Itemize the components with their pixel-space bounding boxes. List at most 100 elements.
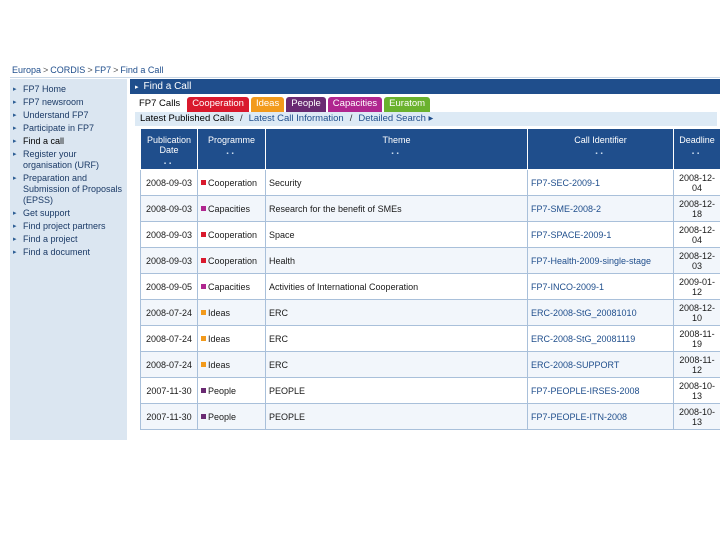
latest-published-calls-link[interactable]: Latest Published Calls (140, 113, 234, 124)
breadcrumb-link[interactable]: FP7 (95, 65, 112, 75)
call-identifier-link[interactable]: FP7-PEOPLE-IRSES-2008 (527, 377, 674, 404)
breadcrumb-link[interactable]: Europa (12, 65, 41, 75)
sidebar-item-register[interactable]: ▸ Register your organisation (URF) (10, 148, 127, 172)
cell-theme: ERC (265, 351, 528, 378)
cell-publication-date: 2008-07-24 (140, 351, 198, 378)
arrow-right-icon: ▸ (13, 125, 17, 132)
cell-publication-date: 2008-07-24 (140, 299, 198, 326)
sort-icon[interactable]: ▪▪ (674, 149, 720, 159)
column-header-label: Deadline (679, 135, 715, 145)
sidebar-item-participate[interactable]: ▸ Participate in FP7 (10, 122, 127, 135)
column-header-deadline[interactable]: Deadline ▪▪ (673, 128, 720, 170)
cell-programme: Ideas (197, 299, 266, 326)
programme-label: Capacities (208, 281, 251, 292)
tab-people[interactable]: People (286, 97, 326, 112)
sort-icon[interactable]: ▪▪ (528, 149, 673, 159)
column-header-label: Programme (207, 135, 255, 145)
cell-programme: Ideas (197, 325, 266, 352)
arrow-right-icon: ▸ (13, 86, 17, 93)
arrow-right-icon: ▸ (13, 138, 17, 145)
call-identifier-link[interactable]: FP7-Health-2009-single-stage (527, 247, 674, 274)
sidebar-item-label: Find a project (23, 234, 78, 244)
column-header-label: Call Identifier (574, 135, 627, 145)
tab-cooperation[interactable]: Cooperation (187, 97, 249, 112)
column-header-call-identifier[interactable]: Call Identifier ▪▪ (527, 128, 674, 170)
call-identifier-link[interactable]: ERC-2008-StG_20081119 (527, 325, 674, 352)
table-row: 2007-11-30 People PEOPLE FP7-PEOPLE-IRSES-2… (140, 377, 720, 404)
cell-deadline: 2008-10-13 (673, 403, 720, 430)
section-header: ▸ Find a Call (130, 79, 720, 94)
sidebar-item-label: Find a document (23, 247, 91, 257)
sidebar-item-label: Register your organisation (URF) (23, 149, 100, 170)
column-header-programme[interactable]: Programme ▪▪ (197, 128, 266, 170)
cell-deadline: 2008-12-18 (673, 195, 720, 222)
call-identifier-link[interactable]: FP7-PEOPLE-ITN-2008 (527, 403, 674, 430)
cell-programme: Cooperation (197, 247, 266, 274)
cell-programme: Capacities (197, 195, 266, 222)
sidebar-item-understand[interactable]: ▸ Understand FP7 (10, 109, 127, 122)
tab-capacities[interactable]: Capacities (327, 97, 383, 112)
sidebar-item-fp7-home[interactable]: ▸ FP7 Home (10, 83, 127, 96)
arrow-right-icon: ▸ (13, 223, 17, 230)
sidebar-item-find-document[interactable]: ▸ Find a document (10, 246, 127, 259)
column-header-publication-date[interactable]: Publication Date ▪▪ (140, 128, 198, 170)
call-identifier-link[interactable]: FP7-INCO-2009-1 (527, 273, 674, 300)
breadcrumb-current: Find a Call (120, 65, 164, 75)
calls-table: Publication Date ▪▪ Programme ▪▪ Theme ▪▪ C… (140, 128, 720, 430)
breadcrumb-link[interactable]: CORDIS (50, 65, 85, 75)
cell-deadline: 2008-11-12 (673, 351, 720, 378)
detailed-search-link[interactable]: Detailed Search ▸ (358, 113, 433, 124)
sort-icon[interactable]: ▪▪ (141, 159, 197, 169)
sidebar-item-label: Participate in FP7 (23, 123, 95, 133)
tab-fp7-calls[interactable]: FP7 Calls (134, 97, 186, 112)
page-title: Find a Call (143, 81, 192, 92)
call-identifier-link[interactable]: FP7-SPACE-2009-1 (527, 221, 674, 248)
sort-icon[interactable]: ▪▪ (198, 149, 265, 159)
table-row: 2008-09-03 Cooperation Security FP7-SEC-200… (140, 169, 720, 196)
arrow-right-icon: ▸ (13, 175, 17, 182)
table-row: 2008-09-03 Capacities Research for the ben… (140, 195, 720, 222)
arrow-right-icon: ▸ (13, 210, 17, 217)
cell-theme: ERC (265, 325, 528, 352)
sidebar-item-newsroom[interactable]: ▸ FP7 newsroom (10, 96, 127, 109)
cell-theme: Health (265, 247, 528, 274)
cell-theme: ERC (265, 299, 528, 326)
arrow-right-icon: ▸ (13, 151, 17, 158)
programme-label: People (208, 411, 237, 422)
table-row: 2008-09-03 Cooperation Health FP7-Health-20… (140, 247, 720, 274)
latest-call-information-link[interactable]: Latest Call Information (249, 113, 344, 124)
cell-deadline: 2008-12-10 (673, 299, 720, 326)
cell-publication-date: 2008-09-05 (140, 273, 198, 300)
sort-icon[interactable]: ▪▪ (266, 149, 527, 159)
sidebar-item-epss[interactable]: ▸ Preparation and Submission of Proposals… (10, 172, 127, 207)
cell-programme: Ideas (197, 351, 266, 378)
programme-label: Cooperation (208, 177, 258, 188)
cell-programme: People (197, 403, 266, 430)
cell-theme: Security (265, 169, 528, 196)
sidebar-item-find-project[interactable]: ▸ Find a project (10, 233, 127, 246)
tab-euratom[interactable]: Euratom (384, 97, 431, 112)
cell-publication-date: 2007-11-30 (140, 403, 198, 430)
programme-color-square (201, 257, 206, 263)
sidebar-item-label: Find project partners (23, 221, 106, 231)
sidebar-item-label: Understand FP7 (23, 110, 89, 120)
sidebar-item-find-partners[interactable]: ▸ Find project partners (10, 220, 127, 233)
programme-color-square (201, 335, 206, 341)
programme-label: Capacities (208, 203, 251, 214)
call-identifier-link[interactable]: FP7-SME-2008-2 (527, 195, 674, 222)
programme-color-square (201, 309, 206, 315)
programme-label: Ideas (208, 359, 231, 370)
call-identifier-link[interactable]: FP7-SEC-2009-1 (527, 169, 674, 196)
sidebar-item-get-support[interactable]: ▸ Get support (10, 207, 127, 220)
arrow-right-icon: ▸ (135, 84, 139, 91)
cell-theme: PEOPLE (265, 377, 528, 404)
programme-label: People (208, 385, 237, 396)
programme-color-square (201, 179, 206, 185)
cell-deadline: 2008-12-04 (673, 169, 720, 196)
call-identifier-link[interactable]: ERC-2008-StG_20081010 (527, 299, 674, 326)
column-header-label: Publication Date (146, 135, 192, 155)
tab-ideas[interactable]: Ideas (250, 97, 285, 112)
call-identifier-link[interactable]: ERC-2008-SUPPORT (527, 351, 674, 378)
sidebar-item-find-a-call[interactable]: ▸ Find a call (10, 135, 127, 148)
column-header-theme[interactable]: Theme ▪▪ (265, 128, 528, 170)
